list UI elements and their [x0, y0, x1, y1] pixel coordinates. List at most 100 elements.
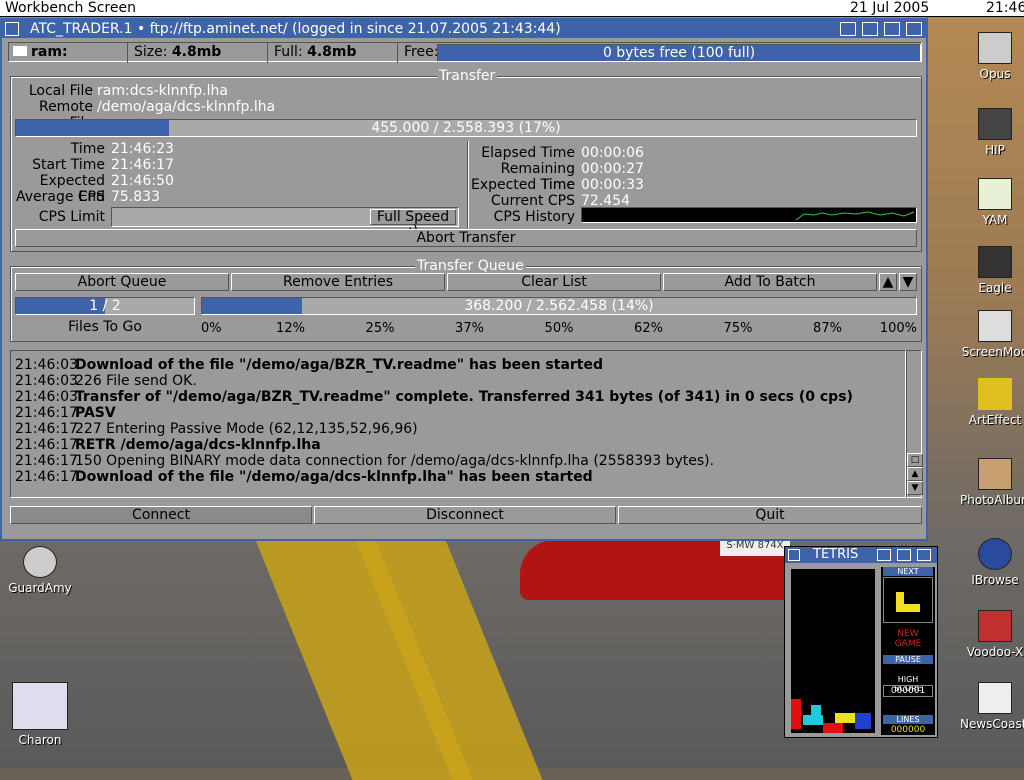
desktop-icon-eagle[interactable]: Eagle	[960, 246, 1024, 295]
newscoaster-icon	[978, 682, 1012, 714]
transfer-progress-text: 455.000 / 2.558.393 (17%)	[371, 120, 561, 136]
close-icon[interactable]	[788, 549, 800, 561]
start-time-value: 21:46:17	[111, 157, 174, 173]
tetris-block	[811, 705, 821, 715]
log-message: 227 Entering Passive Mode (62,12,135,52,…	[75, 421, 418, 437]
desktop-icon-screenmod[interactable]: ScreenMod	[960, 310, 1024, 359]
desktop-icon-label: ScreenMod	[961, 345, 1024, 359]
iconify-icon[interactable]	[840, 22, 856, 36]
close-icon[interactable]	[5, 22, 19, 36]
tetris-block	[791, 699, 801, 729]
lines-label: LINES	[883, 715, 933, 724]
desktop-icon-yam[interactable]: YAM	[960, 178, 1024, 227]
desktop-icon-arteffect[interactable]: ArtEffect	[960, 378, 1024, 427]
expected-time-label: Expected Time	[470, 177, 575, 193]
queue-tick-label: 0%	[201, 321, 222, 336]
disconnect-button[interactable]: Disconnect	[314, 506, 616, 524]
connect-button[interactable]: Connect	[10, 506, 312, 524]
queue-progress-bar: 368.200 / 2.562.458 (14%)	[201, 297, 917, 315]
tetris-titlebar[interactable]: TETRIS	[785, 547, 937, 563]
window-titlebar[interactable]: ATC_TRADER.1 • ftp://ftp.aminet.net/ (lo…	[2, 20, 926, 38]
transfer-queue-title: Transfer Queue	[415, 258, 526, 274]
volume-name: ram:	[31, 44, 68, 60]
tetris-title: TETRIS	[813, 547, 859, 562]
scroll-arrow-icon[interactable]: □	[907, 453, 923, 467]
local-file-value: ram:dcs-klnnfp.lha	[97, 83, 228, 99]
desktop-icon-label: NewsCoaster	[960, 717, 1024, 731]
desktop-icon-hip[interactable]: HIP	[960, 108, 1024, 157]
desktop-icon-label: HIP	[985, 143, 1005, 157]
add-to-batch-button[interactable]: Add To Batch	[663, 273, 877, 291]
photoalbum-icon	[978, 458, 1012, 490]
desktop-icon-newscoaster[interactable]: NewsCoaster	[960, 682, 1024, 731]
new-game-button[interactable]: NEW GAME	[883, 629, 933, 649]
queue-progress-text: 368.200 / 2.562.458 (14%)	[464, 298, 654, 314]
log-row: 21:46:17Download of the file "/demo/aga/…	[15, 469, 593, 485]
eagle-icon	[978, 246, 1012, 278]
pause-button[interactable]: PAUSE	[883, 655, 933, 664]
desktop-icon-photoalbum[interactable]: PhotoAlbum	[960, 458, 1024, 507]
tetris-well[interactable]	[791, 569, 875, 733]
lines-value: 000000	[890, 725, 926, 735]
log-scrollbar[interactable]: □ ▲ ▼	[906, 350, 923, 498]
log-row: 21:46:03226 File send OK.	[15, 373, 197, 389]
screen-titlebar: Workbench Screen 21 Jul 2005 21:46	[0, 0, 1024, 17]
transfer-group: Transfer Local File ram:dcs-klnnfp.lha R…	[10, 68, 922, 252]
log-panel[interactable]: 21:46:03 Download of the file "/demo/aga/…	[10, 350, 906, 498]
start-time-label: Start Time	[32, 157, 105, 173]
log-timestamp: 21:46:03	[15, 357, 78, 373]
tetris-block	[823, 723, 843, 733]
log-message: Download of the file "/demo/aga/dcs-klnn…	[75, 469, 593, 485]
desktop-icon-ibrowse[interactable]: IBrowse	[960, 538, 1024, 587]
arrow-down-icon[interactable]: ▼	[899, 273, 917, 291]
desktop-icon-label: YAM	[982, 213, 1008, 227]
desktop-icon-charon[interactable]: Charon	[5, 682, 75, 747]
free-label: Free:	[397, 43, 438, 63]
depth-icon[interactable]	[917, 549, 931, 561]
log-message: Transfer of "/demo/aga/BZR_TV.readme" co…	[75, 389, 853, 405]
log-message: 226 File send OK.	[75, 373, 197, 389]
transfer-group-title: Transfer	[437, 68, 498, 84]
window-title: ATC_TRADER.1 • ftp://ftp.aminet.net/ (lo…	[30, 21, 561, 37]
desktop-icon-opus[interactable]: Opus	[960, 32, 1024, 81]
remaining-time-value: 00:00:27	[581, 161, 644, 177]
arrow-up-icon[interactable]: ▲	[879, 273, 897, 291]
log-timestamp: 21:46:17	[15, 405, 78, 421]
drive-icon	[13, 46, 27, 56]
log-row: 21:46:17227 Entering Passive Mode (62,12…	[15, 421, 418, 437]
depth-icon[interactable]	[884, 22, 900, 36]
log-row: 21:46:17150 Opening BINARY mode data con…	[15, 453, 714, 469]
ibrowse-icon	[978, 538, 1012, 570]
queue-tick-label: 12%	[276, 321, 305, 336]
size-label: Size:	[134, 44, 168, 60]
desktop-icon-label: IBrowse	[971, 573, 1019, 587]
cps-history-label: CPS History	[493, 209, 575, 225]
abort-transfer-button[interactable]: Abort Transfer	[15, 229, 917, 247]
voodoo-icon	[978, 610, 1012, 642]
files-progress-bar: 1 / 2	[15, 297, 195, 315]
transfer-queue-group: Transfer Queue Abort Queue Remove Entrie…	[10, 258, 922, 342]
log-timestamp: 21:46:17	[15, 421, 78, 437]
desktop-icon-voodoo[interactable]: Voodoo-X	[960, 610, 1024, 659]
zoom-icon[interactable]	[862, 22, 878, 36]
free-space-text: 0 bytes free (100 full)	[602, 45, 756, 61]
abort-queue-button[interactable]: Abort Queue	[15, 273, 229, 291]
scroll-down-icon[interactable]: ▼	[907, 481, 923, 495]
screen-title: Workbench Screen	[5, 0, 136, 16]
transfer-progress-bar: 455.000 / 2.558.393 (17%)	[15, 119, 917, 137]
full-speed-button[interactable]: Full Speed ;)	[370, 209, 456, 238]
iconify-icon[interactable]	[877, 549, 891, 561]
tetris-block	[835, 713, 855, 723]
desktop-icon-guardamy[interactable]: GuardAmy	[5, 546, 75, 595]
clear-list-button[interactable]: Clear List	[447, 273, 661, 291]
depth-back-icon[interactable]	[906, 22, 922, 36]
queue-tick-label: 50%	[544, 321, 574, 336]
zoom-icon[interactable]	[897, 549, 911, 561]
scroll-up-icon[interactable]: ▲	[907, 467, 923, 481]
queue-tick-label: 25%	[365, 321, 395, 336]
queue-ticks: 0% 12% 25% 37% 50% 62% 75% 87% 100%	[201, 321, 917, 337]
cps-limit-slider[interactable]: Full Speed ;)	[111, 207, 459, 238]
log-timestamp: 21:46:17	[15, 453, 78, 469]
remove-entries-button[interactable]: Remove Entries	[231, 273, 445, 291]
quit-button[interactable]: Quit	[618, 506, 922, 524]
